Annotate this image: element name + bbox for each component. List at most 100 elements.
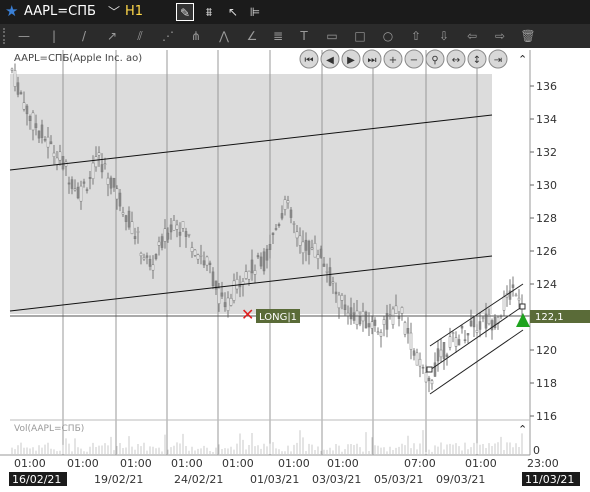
trend-line-icon[interactable]: /: [74, 27, 94, 45]
regression-handle-start[interactable]: [426, 366, 433, 373]
arrow-right-icon[interactable]: ⇨: [490, 27, 510, 45]
candle-body: [298, 235, 302, 246]
trash-icon[interactable]: 🗑: [518, 27, 538, 45]
candle-body: [469, 320, 473, 327]
horizontal-line-icon[interactable]: —: [14, 27, 34, 45]
candle-body: [85, 189, 89, 191]
vertical-line-icon[interactable]: |: [44, 27, 64, 45]
rectangle-icon[interactable]: □: [350, 27, 370, 45]
candle-body: [382, 319, 386, 325]
candle-body: [295, 231, 299, 239]
date-tick-label: 11/03/21: [525, 473, 574, 486]
candle-body: [190, 247, 194, 252]
candle-body: [349, 307, 353, 320]
indicators-icon[interactable]: ⊫: [246, 3, 264, 21]
ellipse-icon[interactable]: ○: [378, 27, 398, 45]
long-position-marker[interactable]: ✕: [241, 305, 254, 324]
candle-body: [22, 102, 26, 110]
date-tick-label: 16/02/21: [12, 473, 61, 486]
candle-body: [265, 248, 269, 261]
candle-body: [400, 307, 404, 314]
scroll-left-icon: ◀: [326, 55, 334, 66]
candle-body: [79, 185, 83, 202]
toolbar-grip[interactable]: [3, 28, 8, 44]
favorite-star-icon[interactable]: ★: [5, 2, 18, 20]
channel-icon[interactable]: ⫽: [130, 27, 150, 45]
candle-body: [439, 349, 443, 358]
candle-body: [373, 319, 377, 326]
pitchfork-icon[interactable]: ⋔: [186, 27, 206, 45]
candle-body: [160, 236, 164, 248]
candle-body: [268, 244, 272, 250]
candle-body: [283, 199, 287, 210]
regression-handle-end[interactable]: [519, 303, 526, 310]
candle-body: [244, 271, 248, 279]
candle-body: [97, 152, 101, 156]
price-pane-collapse-icon[interactable]: ⌃: [518, 53, 527, 66]
candle-body: [154, 254, 158, 260]
candle-body: [121, 212, 125, 215]
ray-icon[interactable]: ↗: [102, 27, 122, 45]
arrow-left-icon[interactable]: ⇦: [462, 27, 482, 45]
price-tick-label: 134: [536, 113, 557, 126]
arrow-up-icon[interactable]: ⇧: [406, 27, 426, 45]
candle-body: [292, 223, 296, 225]
text-icon[interactable]: T: [294, 27, 314, 45]
candle-body: [424, 372, 428, 383]
chevron-down-icon[interactable]: ﹀: [108, 3, 120, 20]
timeframe-selector[interactable]: H1: [125, 4, 143, 19]
time-tick-label: 01:00: [327, 457, 359, 470]
date-tick-label: 19/02/21: [94, 473, 143, 486]
label-icon[interactable]: ▭: [322, 27, 342, 45]
candle-body: [271, 232, 275, 236]
channel-fill: [10, 74, 492, 314]
arrow-down-icon[interactable]: ⇩: [434, 27, 454, 45]
candle-body: [481, 317, 485, 319]
candle-body: [412, 350, 416, 356]
long-position-label: LONG|1: [259, 312, 297, 323]
gann-icon[interactable]: ∠: [242, 27, 262, 45]
candle-body: [394, 305, 398, 315]
candle-body: [151, 264, 155, 271]
time-tick-labels: 01:00 01:00 01:00 01:00 01:00 01:00 01:00 07:00…: [14, 457, 559, 470]
candle-body: [178, 231, 182, 236]
price-chart[interactable]: ✕ LONG|1 136 134 132 130 128 126 124 120 118 116 ⌃…: [0, 48, 590, 489]
draw-mode-icon[interactable]: ✎: [176, 3, 194, 21]
candle-body: [142, 257, 146, 260]
candle-body: [442, 342, 446, 360]
candle-body: [430, 380, 434, 385]
time-tick-label: 23:00: [527, 457, 559, 470]
price-tick-label: 118: [536, 377, 557, 390]
candles-icon[interactable]: ⩩: [200, 3, 218, 21]
candle-body: [52, 152, 56, 157]
candle-body: [445, 354, 449, 357]
candle-body: [280, 213, 284, 219]
candle-body: [421, 366, 425, 369]
volume-title: Vol(AAPL=СПБ): [14, 424, 84, 434]
candle-body: [31, 112, 35, 131]
candle-body: [229, 298, 233, 306]
candle-body: [196, 254, 200, 260]
candle-body: [100, 164, 104, 173]
candle-body: [91, 162, 95, 180]
time-tick-label: 01:00: [222, 457, 254, 470]
candle-body: [313, 243, 317, 258]
price-tick-label: 124: [536, 278, 557, 291]
candle-body: [370, 321, 374, 329]
cursor-icon[interactable]: ↖: [224, 3, 242, 21]
regression-icon[interactable]: ⋰: [158, 27, 178, 45]
candle-body: [379, 332, 383, 337]
candle-body: [403, 322, 407, 335]
chart-area[interactable]: ✕ LONG|1 136 134 132 130 128 126 124 120 118 116 ⌃…: [0, 48, 590, 489]
candle-body: [397, 316, 401, 319]
fibonacci-icon[interactable]: ≣: [268, 27, 288, 45]
candle-body: [34, 123, 38, 128]
symbol-selector[interactable]: AAPL=СПБ: [24, 4, 96, 19]
candle-body: [199, 255, 203, 257]
candle-body: [325, 271, 329, 273]
candle-body: [112, 178, 116, 188]
volume-collapse-icon[interactable]: ⌃: [518, 423, 527, 436]
candle-body: [472, 316, 476, 328]
fan-icon[interactable]: ⋀: [214, 27, 234, 45]
candle-body: [220, 292, 224, 297]
